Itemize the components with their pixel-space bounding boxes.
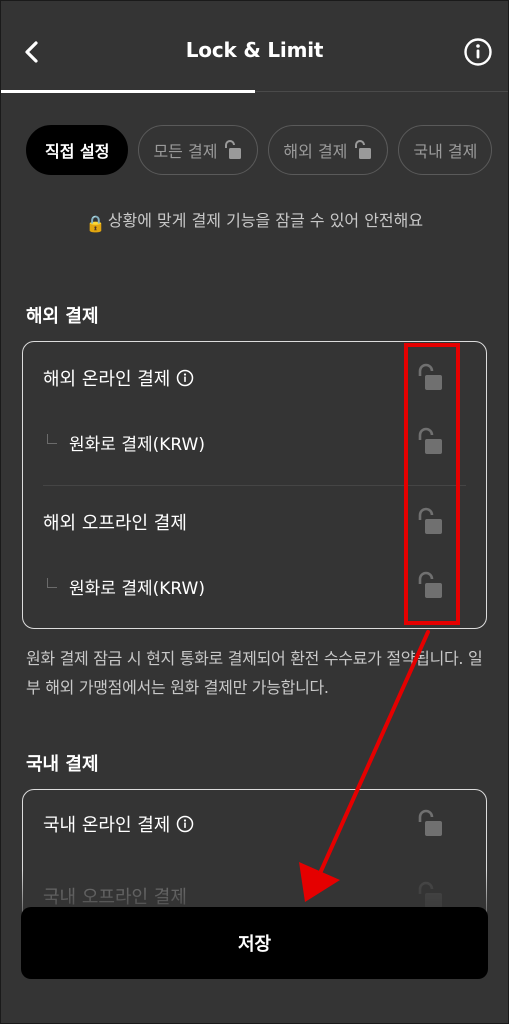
chip-custom[interactable]: 직접 설정 <box>26 125 129 175</box>
chip-label: 직접 설정 <box>45 142 110 161</box>
chip-overseas-payments[interactable]: 해외 결제 <box>268 125 389 175</box>
chip-label: 모든 결제 <box>153 142 218 161</box>
chip-label: 국내 결제 <box>413 142 478 161</box>
row-label: 국내 오프라인 결제 <box>43 883 187 909</box>
overseas-offline-label: 해외 오프라인 결제 <box>43 513 187 534</box>
page-title: Lock & Limit <box>185 38 324 62</box>
branch-line <box>47 578 57 588</box>
info-icon[interactable] <box>176 369 194 387</box>
unlock-icon <box>418 427 442 454</box>
lock-emoji-icon: 🔒 <box>85 214 106 233</box>
overseas-online-row: 해외 온라인 결제 <box>23 348 486 408</box>
overseas-online-krw-lock-toggle[interactable] <box>416 426 446 458</box>
overseas-offline-krw-row: 원화로 결제(KRW) <box>23 556 486 616</box>
info-icon[interactable] <box>176 815 194 833</box>
lock-notice: 🔒 상황에 맞게 결제 기능을 잠글 수 있어 안전해요 <box>0 207 509 233</box>
chip-label: 해외 결제 <box>283 142 348 161</box>
domestic-section-title: 국내 결제 <box>26 754 99 775</box>
unlock-icon <box>418 809 442 836</box>
overseas-offline-row: 해외 오프라인 결제 <box>23 492 486 552</box>
domestic-offline-label: 국내 오프라인 결제 <box>43 887 187 908</box>
overseas-online-krw-row: 원화로 결제(KRW) <box>23 412 486 472</box>
domestic-online-label: 국내 온라인 결제 <box>43 815 171 836</box>
save-button[interactable]: 저장 <box>21 907 488 979</box>
domestic-online-lock-toggle[interactable] <box>416 808 446 840</box>
unlock-icon <box>418 363 442 390</box>
overseas-section-title: 해외 결제 <box>26 306 99 327</box>
row-label: 국내 온라인 결제 <box>43 811 194 837</box>
overseas-offline-krw-label: 원화로 결제(KRW) <box>69 578 205 599</box>
unlock-icon <box>418 571 442 598</box>
overseas-online-lock-toggle[interactable] <box>416 362 446 394</box>
info-button[interactable] <box>463 37 493 67</box>
krw-lock-description: 원화 결제 잠금 시 현지 통화로 결제되어 환전 수수료가 절약됩니다. 일부… <box>26 649 483 697</box>
info-circle-icon <box>464 38 492 66</box>
unlock-icon <box>418 507 442 534</box>
unlock-icon <box>225 140 242 159</box>
notice-text: 상황에 맞게 결제 기능을 잠글 수 있어 안전해요 <box>107 211 424 230</box>
active-tab-indicator <box>0 90 255 93</box>
overseas-card: 해외 온라인 결제 원화로 결제(KRW) 해외 오프라인 결제 원화로 결제(… <box>22 341 487 629</box>
row-divider <box>43 485 466 486</box>
overseas-offline-lock-toggle[interactable] <box>416 506 446 538</box>
branch-line <box>47 434 57 444</box>
overseas-online-krw-label: 원화로 결제(KRW) <box>69 434 205 455</box>
chip-domestic-payments[interactable]: 국내 결제 <box>398 125 493 175</box>
header: Lock & Limit <box>0 0 509 93</box>
overseas-online-label: 해외 온라인 결제 <box>43 369 171 390</box>
row-label: 해외 온라인 결제 <box>43 365 194 391</box>
domestic-online-row: 국내 온라인 결제 <box>23 794 486 854</box>
overseas-offline-krw-lock-toggle[interactable] <box>416 570 446 602</box>
row-label: 해외 오프라인 결제 <box>43 509 187 535</box>
chip-all-payments[interactable]: 모든 결제 <box>138 125 259 175</box>
unlock-icon <box>355 140 372 159</box>
preset-chips: 직접 설정 모든 결제 해외 결제 국내 결제 <box>26 125 493 175</box>
